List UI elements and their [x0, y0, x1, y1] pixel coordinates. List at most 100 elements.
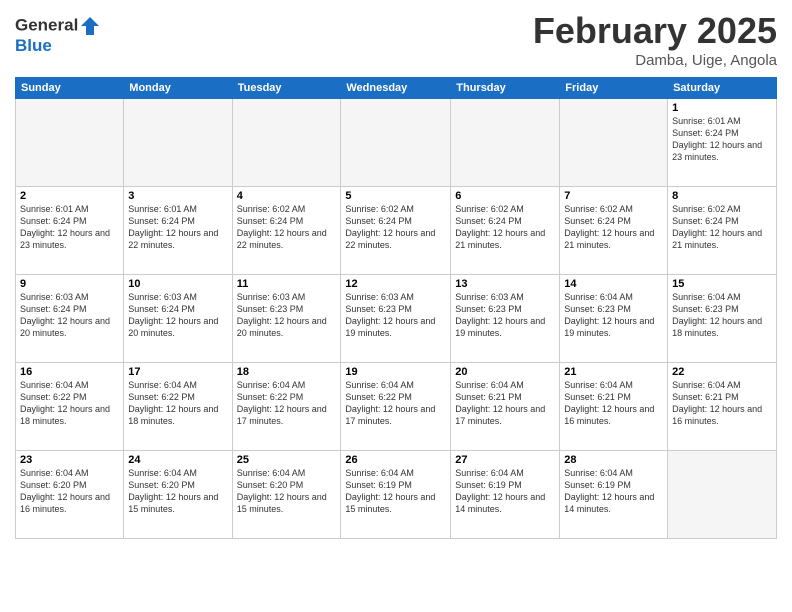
day-number: 20	[455, 366, 555, 378]
calendar-cell: 1Sunrise: 6:01 AM Sunset: 6:24 PM Daylig…	[668, 99, 777, 187]
calendar-cell: 12Sunrise: 6:03 AM Sunset: 6:23 PM Dayli…	[341, 275, 451, 363]
day-info: Sunrise: 6:02 AM Sunset: 6:24 PM Dayligh…	[237, 203, 337, 252]
calendar-cell: 18Sunrise: 6:04 AM Sunset: 6:22 PM Dayli…	[232, 363, 341, 451]
day-number: 23	[20, 454, 119, 466]
calendar-cell: 26Sunrise: 6:04 AM Sunset: 6:19 PM Dayli…	[341, 451, 451, 539]
day-info: Sunrise: 6:04 AM Sunset: 6:23 PM Dayligh…	[564, 291, 663, 340]
calendar-cell: 22Sunrise: 6:04 AM Sunset: 6:21 PM Dayli…	[668, 363, 777, 451]
day-info: Sunrise: 6:04 AM Sunset: 6:20 PM Dayligh…	[128, 467, 227, 516]
calendar-cell: 27Sunrise: 6:04 AM Sunset: 6:19 PM Dayli…	[451, 451, 560, 539]
day-info: Sunrise: 6:04 AM Sunset: 6:22 PM Dayligh…	[20, 379, 119, 428]
day-number: 12	[345, 278, 446, 290]
day-info: Sunrise: 6:04 AM Sunset: 6:19 PM Dayligh…	[345, 467, 446, 516]
calendar-cell	[124, 99, 232, 187]
weekday-header-sunday: Sunday	[16, 78, 124, 99]
day-info: Sunrise: 6:04 AM Sunset: 6:20 PM Dayligh…	[237, 467, 337, 516]
day-number: 19	[345, 366, 446, 378]
calendar-cell: 15Sunrise: 6:04 AM Sunset: 6:23 PM Dayli…	[668, 275, 777, 363]
calendar: SundayMondayTuesdayWednesdayThursdayFrid…	[15, 77, 777, 539]
calendar-cell	[341, 99, 451, 187]
day-info: Sunrise: 6:02 AM Sunset: 6:24 PM Dayligh…	[345, 203, 446, 252]
location-title: Damba, Uige, Angola	[533, 52, 777, 69]
day-info: Sunrise: 6:01 AM Sunset: 6:24 PM Dayligh…	[128, 203, 227, 252]
day-number: 7	[564, 190, 663, 202]
day-number: 1	[672, 102, 772, 114]
calendar-cell	[232, 99, 341, 187]
calendar-cell: 11Sunrise: 6:03 AM Sunset: 6:23 PM Dayli…	[232, 275, 341, 363]
calendar-cell: 14Sunrise: 6:04 AM Sunset: 6:23 PM Dayli…	[560, 275, 668, 363]
day-number: 18	[237, 366, 337, 378]
calendar-cell	[16, 99, 124, 187]
day-number: 5	[345, 190, 446, 202]
calendar-cell: 4Sunrise: 6:02 AM Sunset: 6:24 PM Daylig…	[232, 187, 341, 275]
logo-icon	[79, 15, 101, 37]
day-number: 8	[672, 190, 772, 202]
calendar-cell: 6Sunrise: 6:02 AM Sunset: 6:24 PM Daylig…	[451, 187, 560, 275]
calendar-cell: 28Sunrise: 6:04 AM Sunset: 6:19 PM Dayli…	[560, 451, 668, 539]
calendar-cell	[451, 99, 560, 187]
day-number: 10	[128, 278, 227, 290]
day-number: 16	[20, 366, 119, 378]
calendar-cell	[560, 99, 668, 187]
calendar-cell: 20Sunrise: 6:04 AM Sunset: 6:21 PM Dayli…	[451, 363, 560, 451]
calendar-cell: 16Sunrise: 6:04 AM Sunset: 6:22 PM Dayli…	[16, 363, 124, 451]
title-block: February 2025 Damba, Uige, Angola	[533, 10, 777, 69]
calendar-cell: 2Sunrise: 6:01 AM Sunset: 6:24 PM Daylig…	[16, 187, 124, 275]
day-number: 14	[564, 278, 663, 290]
day-info: Sunrise: 6:02 AM Sunset: 6:24 PM Dayligh…	[564, 203, 663, 252]
weekday-header-thursday: Thursday	[451, 78, 560, 99]
calendar-cell: 5Sunrise: 6:02 AM Sunset: 6:24 PM Daylig…	[341, 187, 451, 275]
day-info: Sunrise: 6:04 AM Sunset: 6:21 PM Dayligh…	[564, 379, 663, 428]
day-number: 2	[20, 190, 119, 202]
day-info: Sunrise: 6:04 AM Sunset: 6:20 PM Dayligh…	[20, 467, 119, 516]
logo-blue: Blue	[15, 37, 101, 56]
day-number: 27	[455, 454, 555, 466]
day-info: Sunrise: 6:04 AM Sunset: 6:22 PM Dayligh…	[128, 379, 227, 428]
calendar-cell	[668, 451, 777, 539]
day-number: 3	[128, 190, 227, 202]
day-number: 21	[564, 366, 663, 378]
day-info: Sunrise: 6:03 AM Sunset: 6:23 PM Dayligh…	[455, 291, 555, 340]
day-number: 6	[455, 190, 555, 202]
day-number: 26	[345, 454, 446, 466]
day-info: Sunrise: 6:04 AM Sunset: 6:19 PM Dayligh…	[564, 467, 663, 516]
day-number: 22	[672, 366, 772, 378]
calendar-cell: 7Sunrise: 6:02 AM Sunset: 6:24 PM Daylig…	[560, 187, 668, 275]
day-info: Sunrise: 6:04 AM Sunset: 6:22 PM Dayligh…	[345, 379, 446, 428]
day-info: Sunrise: 6:02 AM Sunset: 6:24 PM Dayligh…	[455, 203, 555, 252]
day-number: 25	[237, 454, 337, 466]
calendar-cell: 21Sunrise: 6:04 AM Sunset: 6:21 PM Dayli…	[560, 363, 668, 451]
day-info: Sunrise: 6:04 AM Sunset: 6:21 PM Dayligh…	[455, 379, 555, 428]
day-info: Sunrise: 6:03 AM Sunset: 6:23 PM Dayligh…	[345, 291, 446, 340]
logo-text: General	[15, 15, 101, 37]
calendar-cell: 25Sunrise: 6:04 AM Sunset: 6:20 PM Dayli…	[232, 451, 341, 539]
logo: General Blue	[15, 15, 101, 56]
day-info: Sunrise: 6:01 AM Sunset: 6:24 PM Dayligh…	[672, 115, 772, 164]
calendar-cell: 10Sunrise: 6:03 AM Sunset: 6:24 PM Dayli…	[124, 275, 232, 363]
day-info: Sunrise: 6:04 AM Sunset: 6:22 PM Dayligh…	[237, 379, 337, 428]
weekday-header-saturday: Saturday	[668, 78, 777, 99]
day-number: 11	[237, 278, 337, 290]
day-number: 28	[564, 454, 663, 466]
calendar-cell: 19Sunrise: 6:04 AM Sunset: 6:22 PM Dayli…	[341, 363, 451, 451]
day-info: Sunrise: 6:04 AM Sunset: 6:19 PM Dayligh…	[455, 467, 555, 516]
calendar-cell: 13Sunrise: 6:03 AM Sunset: 6:23 PM Dayli…	[451, 275, 560, 363]
day-number: 17	[128, 366, 227, 378]
day-info: Sunrise: 6:04 AM Sunset: 6:23 PM Dayligh…	[672, 291, 772, 340]
calendar-cell: 17Sunrise: 6:04 AM Sunset: 6:22 PM Dayli…	[124, 363, 232, 451]
day-number: 4	[237, 190, 337, 202]
day-info: Sunrise: 6:02 AM Sunset: 6:24 PM Dayligh…	[672, 203, 772, 252]
month-title: February 2025	[533, 10, 777, 52]
calendar-cell: 3Sunrise: 6:01 AM Sunset: 6:24 PM Daylig…	[124, 187, 232, 275]
day-info: Sunrise: 6:03 AM Sunset: 6:23 PM Dayligh…	[237, 291, 337, 340]
day-number: 24	[128, 454, 227, 466]
calendar-cell: 23Sunrise: 6:04 AM Sunset: 6:20 PM Dayli…	[16, 451, 124, 539]
day-number: 9	[20, 278, 119, 290]
day-info: Sunrise: 6:04 AM Sunset: 6:21 PM Dayligh…	[672, 379, 772, 428]
day-info: Sunrise: 6:01 AM Sunset: 6:24 PM Dayligh…	[20, 203, 119, 252]
day-number: 13	[455, 278, 555, 290]
weekday-header-wednesday: Wednesday	[341, 78, 451, 99]
calendar-cell: 9Sunrise: 6:03 AM Sunset: 6:24 PM Daylig…	[16, 275, 124, 363]
weekday-header-friday: Friday	[560, 78, 668, 99]
weekday-header-tuesday: Tuesday	[232, 78, 341, 99]
